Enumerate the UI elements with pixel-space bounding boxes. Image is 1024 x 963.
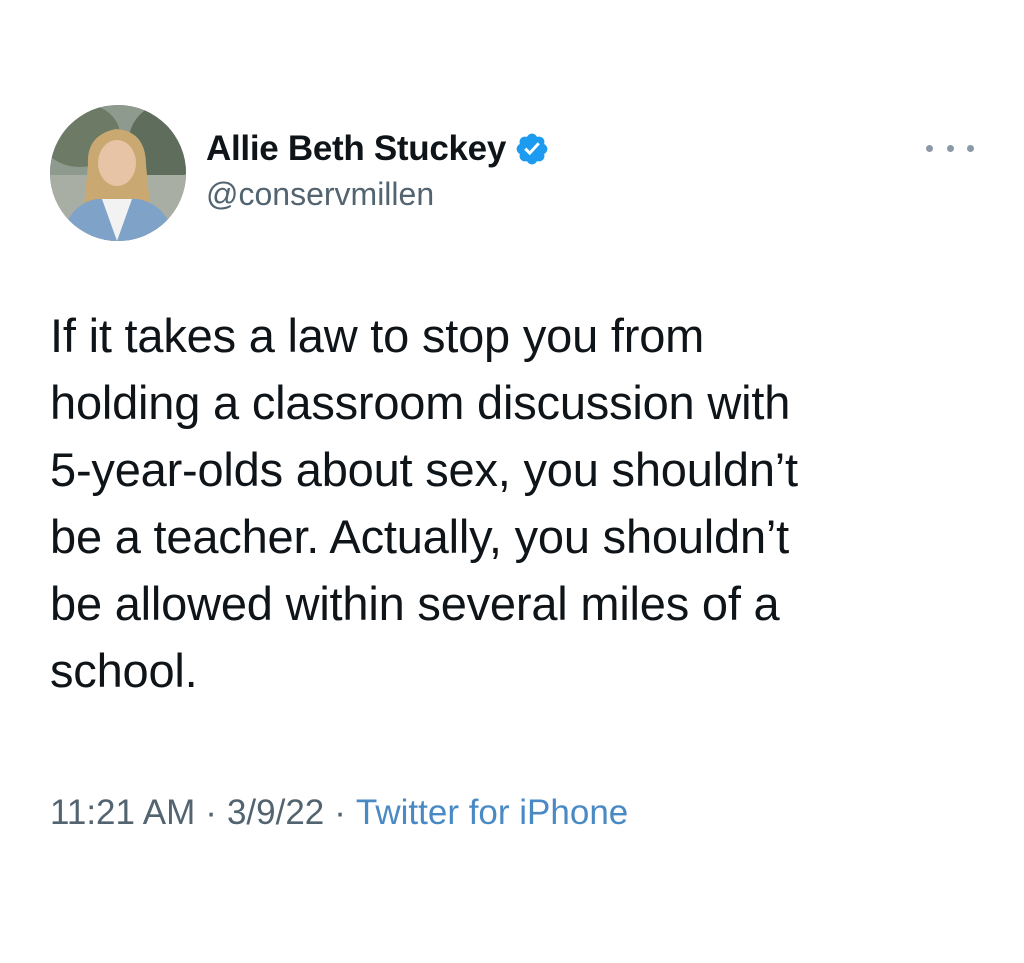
meta-separator: · — [205, 793, 217, 832]
avatar-photo — [50, 105, 186, 241]
more-dot — [926, 144, 933, 152]
tweet-line: 5-year-olds about sex, you shouldn’t — [50, 443, 798, 496]
tweet-line: If it takes a law to stop you from — [50, 309, 705, 362]
tweet-meta: 11:21 AM · 3/9/22 · Twitter for iPhone — [50, 793, 628, 833]
tweet-date[interactable]: 3/9/22 — [227, 793, 324, 832]
display-name[interactable]: Allie Beth Stuckey — [206, 129, 506, 169]
tweet-line: holding a classroom discussion with — [50, 376, 791, 429]
avatar[interactable] — [50, 105, 186, 241]
author-handle[interactable]: @conservmillen — [206, 176, 550, 213]
more-options-icon[interactable] — [926, 138, 974, 158]
tweet-card: Allie Beth Stuckey @conservmillen If it … — [0, 0, 1024, 963]
verified-badge-icon — [514, 131, 550, 167]
tweet-line: be a teacher. Actually, you shouldn’t — [50, 510, 790, 563]
tweet-text: If it takes a law to stop you from holdi… — [50, 302, 990, 704]
name-row: Allie Beth Stuckey — [206, 128, 550, 170]
more-dot — [967, 144, 974, 152]
tweet-line: school. — [50, 644, 198, 697]
tweet-line: be allowed within several miles of a — [50, 577, 780, 630]
tweet-time[interactable]: 11:21 AM — [50, 793, 195, 832]
more-dot — [946, 144, 954, 152]
author-block: Allie Beth Stuckey @conservmillen — [206, 128, 550, 213]
meta-separator: · — [334, 793, 346, 832]
tweet-source-link[interactable]: Twitter for iPhone — [356, 793, 628, 832]
